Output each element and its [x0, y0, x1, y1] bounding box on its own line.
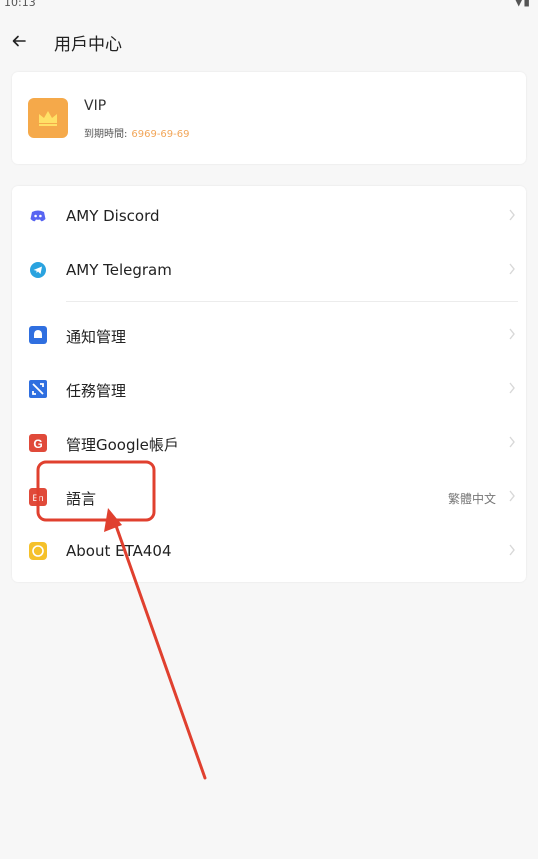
app-bar: 用戶中心	[0, 22, 538, 62]
google-icon: G	[28, 433, 48, 453]
menu-item-label: 管理Google帳戶	[66, 436, 179, 454]
menu-item-label: AMY Telegram	[66, 261, 172, 279]
crown-icon	[39, 111, 57, 126]
language-value: 繁體中文	[447, 492, 496, 506]
status-time: 10:13	[4, 0, 36, 9]
notification-icon	[28, 325, 48, 345]
menu-item-manage-google-account[interactable]: G 管理Google帳戶	[12, 418, 526, 468]
arrow-left-icon	[12, 35, 26, 47]
chevron-right-icon	[509, 263, 515, 275]
menu-item-telegram[interactable]: AMY Telegram	[12, 245, 526, 295]
divider	[66, 301, 518, 302]
telegram-icon	[28, 260, 48, 280]
vip-badge	[28, 98, 68, 138]
info-icon	[28, 541, 48, 561]
chevron-right-icon	[509, 436, 515, 448]
menu-item-language[interactable]: En 語言 繁體中文	[12, 472, 526, 522]
back-button[interactable]	[6, 28, 32, 54]
chevron-right-icon	[509, 209, 515, 221]
expiry-date: 6969-69-69	[131, 129, 190, 140]
svg-text:En: En	[32, 493, 43, 503]
status-bar: 10:13 ▼▮	[0, 0, 538, 16]
discord-icon	[28, 206, 48, 226]
chevron-right-icon	[509, 382, 515, 394]
vip-label: VIP	[84, 98, 107, 114]
vip-expiry: 到期時間: 6969-69-69	[84, 125, 190, 140]
menu-item-about[interactable]: About ETA404	[12, 526, 526, 576]
menu-item-label: About ETA404	[66, 542, 172, 560]
page-title: 用戶中心	[54, 35, 122, 55]
status-icons: ▼▮	[514, 0, 530, 8]
menu-item-notification-management[interactable]: 通知管理	[12, 310, 526, 360]
chevron-right-icon	[509, 328, 515, 340]
menu-card: AMY Discord AMY Telegram 通知管理 任務管理 G 管理G…	[12, 186, 526, 582]
task-icon	[28, 379, 48, 399]
expiry-label: 到期時間:	[84, 129, 128, 140]
menu-item-label: 任務管理	[66, 382, 127, 400]
menu-item-discord[interactable]: AMY Discord	[12, 191, 526, 241]
menu-item-label: 通知管理	[66, 328, 127, 346]
language-icon: En	[28, 487, 48, 507]
chevron-right-icon	[509, 490, 515, 502]
chevron-right-icon	[509, 544, 515, 556]
menu-item-task-management[interactable]: 任務管理	[12, 364, 526, 414]
svg-text:G: G	[33, 437, 42, 451]
menu-item-label: AMY Discord	[66, 207, 160, 225]
menu-item-label: 語言	[66, 490, 97, 508]
vip-card: VIP 到期時間: 6969-69-69	[12, 72, 526, 164]
